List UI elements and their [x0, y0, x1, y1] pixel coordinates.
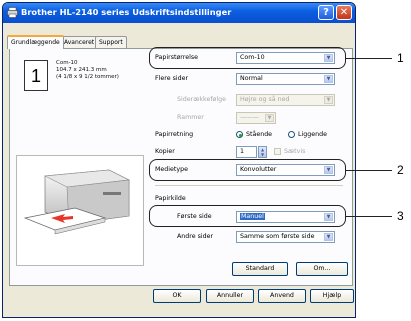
collate-checkbox — [274, 148, 281, 155]
tab-support[interactable]: Support — [95, 36, 127, 48]
border-dropdown: ——— ▼ — [236, 112, 276, 124]
callout-box-2 — [149, 159, 346, 181]
page-order-dropdown: Højre og så ned ▼ — [236, 94, 335, 106]
callout-line-1 — [346, 58, 392, 59]
tab-avanceret[interactable]: Avanceret — [60, 36, 99, 48]
copies-stepper[interactable]: ▲ ▼ — [258, 146, 267, 158]
chevron-down-icon[interactable]: ▼ — [324, 233, 333, 241]
title-bar[interactable]: Brother HL-2140 series Udskriftsindstill… — [3, 3, 355, 23]
other-pages-dropdown[interactable]: Samme som første side ▼ — [236, 231, 335, 243]
callout-box-1 — [149, 47, 346, 69]
page-order-label: Siderækkefølge — [177, 96, 227, 103]
landscape-radio[interactable] — [288, 131, 295, 138]
callout-number-1: 1 — [397, 51, 404, 65]
callout-number-3: 3 — [397, 209, 404, 223]
standard-button[interactable]: Standard — [232, 262, 288, 276]
other-pages-value: Samme som første side — [240, 233, 315, 240]
landscape-label: Liggende — [298, 131, 327, 138]
multiple-pages-label: Flere sider — [155, 75, 189, 82]
chevron-down-icon: ▼ — [265, 114, 274, 122]
cancel-button[interactable]: Annuller — [206, 289, 254, 303]
printer-icon — [7, 7, 18, 18]
paper-size-mm: 104.7 x 241.3 mm — [56, 67, 107, 73]
apply-button[interactable]: Anvend — [258, 289, 306, 303]
portrait-radio[interactable] — [236, 131, 243, 138]
tab-grundlaeggende[interactable]: Grundlæggende — [7, 35, 64, 49]
portrait-label: Stående — [246, 131, 273, 138]
callout-box-3 — [149, 205, 346, 227]
multiple-pages-value: Normal — [240, 75, 263, 82]
paper-size-inches: (4 1/8 x 9 1/2 tommer) — [56, 74, 119, 80]
orientation-label: Papirretning — [155, 131, 194, 138]
callout-number-2: 2 — [397, 163, 404, 177]
about-button[interactable]: Om... — [296, 262, 348, 276]
chevron-down-icon: ▼ — [324, 96, 333, 104]
copies-input[interactable]: 1 — [236, 146, 257, 158]
copies-label: Kopier — [155, 148, 175, 155]
help-title-button[interactable]: ? — [318, 5, 334, 20]
separator — [155, 185, 343, 186]
other-pages-label: Andre sider — [177, 233, 214, 240]
multiple-pages-dropdown[interactable]: Normal ▼ — [236, 73, 335, 85]
close-button[interactable]: ✕ — [336, 5, 352, 20]
ok-button[interactable]: OK — [153, 289, 201, 303]
border-value: ——— — [240, 114, 259, 121]
paper-source-label: Papirkilde — [155, 195, 186, 202]
callout-line-2 — [346, 170, 392, 171]
printer-illustration — [23, 169, 131, 235]
callout-line-3 — [346, 216, 392, 217]
border-label: Rammer — [177, 114, 204, 121]
paper-name: Com-10 — [56, 60, 78, 66]
collate-label: Sætvis — [284, 148, 306, 155]
printer-preview — [16, 155, 144, 266]
chevron-down-icon[interactable]: ▼ — [324, 75, 333, 83]
paper-size-icon: 1 — [24, 60, 48, 91]
help-button[interactable]: Hjælp — [310, 289, 354, 303]
page-order-value: Højre og så ned — [240, 96, 290, 103]
window-title: Brother HL-2140 series Udskriftsindstill… — [21, 7, 232, 17]
